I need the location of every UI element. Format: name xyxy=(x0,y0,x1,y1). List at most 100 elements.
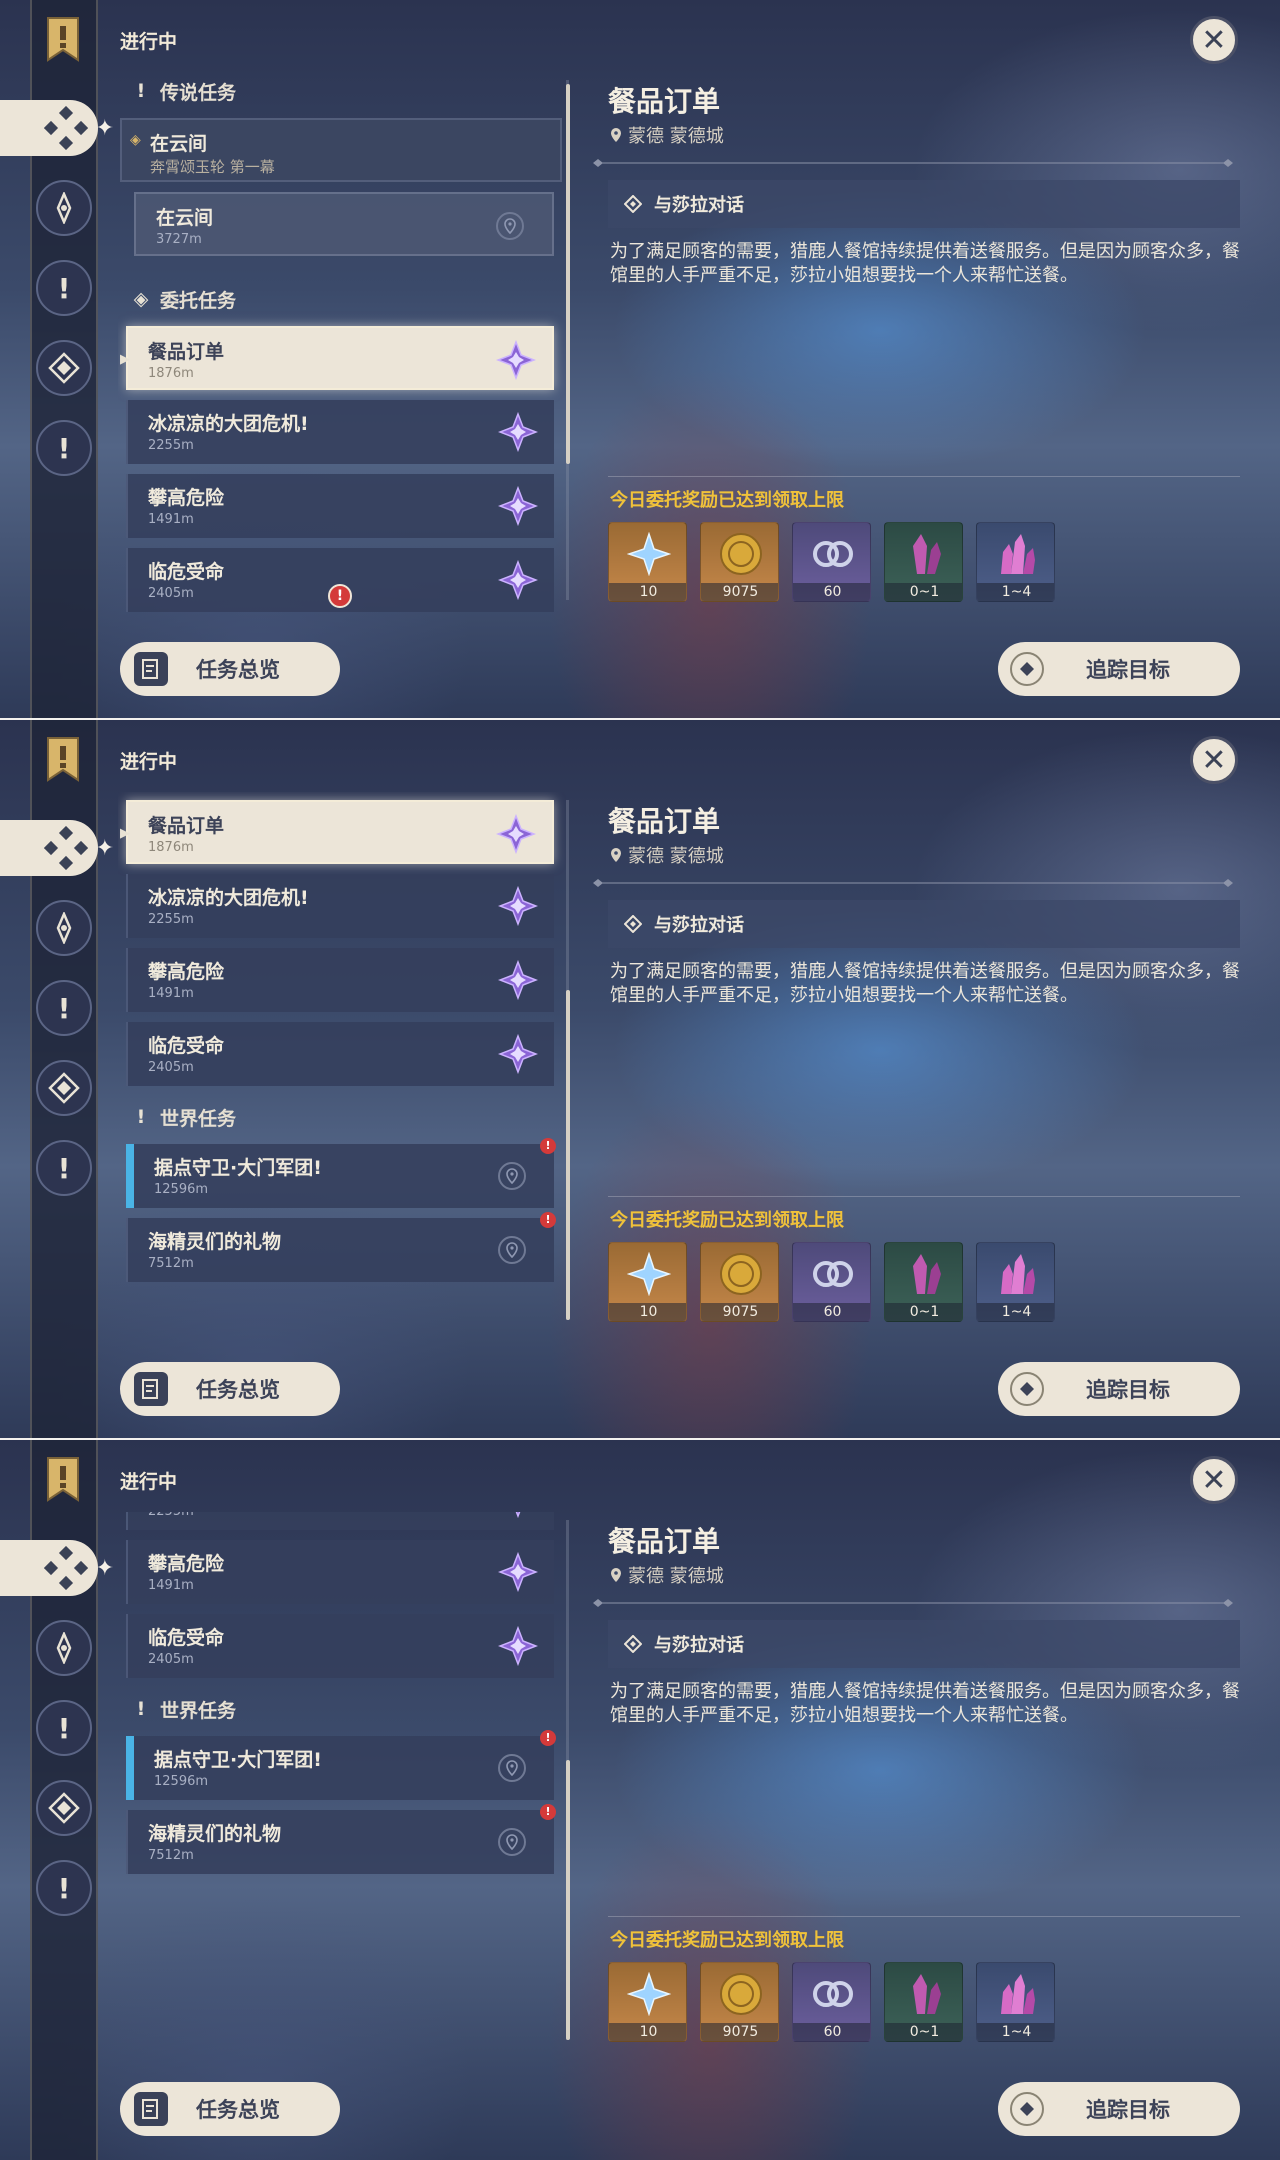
reward-list: 10 9075 60 0~1 1~4 xyxy=(608,522,1055,602)
quest-overview-button[interactable]: 任务总览 xyxy=(120,1362,340,1416)
quest-card-world[interactable]: 海精灵们的礼物 7512m ! xyxy=(126,1804,556,1874)
exclamation-icon: ! xyxy=(57,1871,71,1905)
reward-item[interactable]: 9075 xyxy=(700,1962,779,2042)
commission-gem-icon xyxy=(496,340,536,380)
tab-story-quests[interactable] xyxy=(36,1620,92,1676)
section-archon: ! 传说任务 xyxy=(132,76,236,106)
quest-card[interactable]: 攀高危险 1491m xyxy=(126,1540,554,1604)
detail-title: 餐品订单 xyxy=(608,85,721,118)
map-pin-icon[interactable] xyxy=(498,1828,526,1856)
reward-item[interactable]: 9075 xyxy=(700,1242,779,1322)
quest-card-world[interactable]: 据点守卫·大门军团! 12596m ! xyxy=(126,1730,556,1800)
reward-count: 1~4 xyxy=(977,583,1054,601)
objective-bar: 与莎拉对话 xyxy=(608,1620,1240,1668)
reward-item[interactable]: 1~4 xyxy=(976,1242,1055,1322)
map-pin-icon[interactable] xyxy=(498,1236,526,1264)
reward-count: 60 xyxy=(793,1303,870,1321)
quest-card[interactable]: 冰凉凉的大团危机! 2255m xyxy=(126,1512,554,1530)
track-target-button[interactable]: 追踪目标 xyxy=(998,1362,1240,1416)
track-target-button[interactable]: 追踪目标 xyxy=(998,642,1240,696)
location-pin-icon xyxy=(611,1568,621,1582)
quest-list[interactable]: 冰凉凉的大团危机! 2255m 攀高危险 1491m 临危受命 2405m ! 世… xyxy=(118,1512,568,2052)
status-heading: 进行中 xyxy=(120,1471,178,1493)
tab-commissions-active[interactable]: ✦ xyxy=(0,820,114,876)
track-target-button[interactable]: 追踪目标 xyxy=(998,2082,1240,2136)
quest-card[interactable]: 冰凉凉的大团危机! 2255m xyxy=(126,400,554,464)
reward-item[interactable]: 0~1 xyxy=(884,522,963,602)
quest-overview-button[interactable]: 任务总览 xyxy=(120,642,340,696)
tab-commissions-active[interactable]: ✦ xyxy=(0,100,114,156)
tab-event-quests[interactable]: ! xyxy=(36,420,92,476)
commission-gem-icon xyxy=(498,1552,538,1592)
reward-item[interactable]: 0~1 xyxy=(884,1962,963,2042)
tab-archon-quests[interactable]: ! xyxy=(36,980,92,1036)
tab-world-quests[interactable] xyxy=(36,1780,92,1836)
reward-item[interactable]: 60 xyxy=(792,522,871,602)
overview-label: 任务总览 xyxy=(196,2098,280,2122)
quest-list[interactable]: ! 传说任务 在云间 奔霄颂玉轮 第一幕 ◈ 在云间 3727m ◈ 委托任务 ▶ … xyxy=(118,72,568,612)
quest-card-selected[interactable]: ▶ 餐品订单 1876m xyxy=(120,326,554,390)
quest-list[interactable]: ▶ 餐品订单 1876m 冰凉凉的大团危机! 2255m 攀高危险 1491m … xyxy=(118,792,568,1332)
close-button[interactable]: ✕ xyxy=(1190,16,1238,64)
reward-item[interactable]: 10 xyxy=(608,522,687,602)
reward-item[interactable]: 10 xyxy=(608,1242,687,1322)
commission-gem-icon xyxy=(498,1626,538,1666)
reward-item[interactable]: 1~4 xyxy=(976,522,1055,602)
tab-world-quests[interactable] xyxy=(36,1060,92,1116)
quest-screen-3: ✦ ! ! 进行中 ✕ 冰凉凉的大团危机! 2255m 攀高危险 1491m 临… xyxy=(0,1440,1280,2160)
commission-icon xyxy=(44,826,88,870)
section-commission: ◈ 委托任务 xyxy=(132,284,236,314)
close-button[interactable]: ✕ xyxy=(1190,736,1238,784)
quest-card-selected[interactable]: ▶ 餐品订单 1876m xyxy=(120,800,554,864)
quest-card[interactable]: 攀高危险 1491m xyxy=(126,474,554,538)
quest-card-world[interactable]: 海精灵们的礼物 7512m ! xyxy=(126,1212,556,1282)
quest-card[interactable]: 攀高危险 1491m xyxy=(126,948,554,1012)
quest-card-world[interactable]: 据点守卫·大门军团! 12596m ! xyxy=(126,1138,556,1208)
tab-story-quests[interactable] xyxy=(36,900,92,956)
mora-icon xyxy=(701,1963,778,2025)
tab-story-quests[interactable] xyxy=(36,180,92,236)
reward-count: 10 xyxy=(609,1303,686,1321)
commission-gem-icon xyxy=(498,886,538,926)
status-heading: 进行中 xyxy=(120,31,178,53)
quest-screen-2: ✦ ! ! 进行中 ✕ ▶ 餐品订单 1876m 冰凉凉的大团危机! 2255m… xyxy=(0,720,1280,1440)
tab-commissions-active[interactable]: ✦ xyxy=(0,1540,114,1596)
quest-title: 餐品订单 xyxy=(148,341,225,363)
tab-archon-quests[interactable]: ! xyxy=(36,1700,92,1756)
story-quest-icon xyxy=(56,912,72,944)
primogem-icon xyxy=(609,523,686,585)
reward-item[interactable]: 0~1 xyxy=(884,1242,963,1322)
scrollbar-thumb[interactable] xyxy=(566,84,570,464)
quest-card[interactable]: 临危受命 2405m xyxy=(126,1022,554,1086)
reward-item[interactable]: 60 xyxy=(792,1242,871,1322)
quest-distance: 2255m xyxy=(148,1512,194,1519)
detail-description: 为了满足顾客的需要，猎鹿人餐馆持续提供着送餐服务。但是因为顾客众多，餐馆里的人手… xyxy=(610,961,1240,1006)
diamond-icon xyxy=(48,1072,80,1104)
quest-distance: 1876m xyxy=(148,840,194,855)
scrollbar-thumb[interactable] xyxy=(566,990,570,1320)
quest-overview-button[interactable]: 任务总览 xyxy=(120,2082,340,2136)
detail-description: 为了满足顾客的需要，猎鹿人餐馆持续提供着送餐服务。但是因为顾客众多，餐馆里的人手… xyxy=(610,241,1240,286)
quest-card-story[interactable]: 在云间 奔霄颂玉轮 第一幕 ◈ xyxy=(120,118,562,182)
close-icon: ✕ xyxy=(1201,22,1227,58)
section-label: 世界任务 xyxy=(160,1699,237,1722)
tab-world-quests[interactable] xyxy=(36,340,92,396)
tab-event-quests[interactable]: ! xyxy=(36,1140,92,1196)
reward-item[interactable]: 60 xyxy=(792,1962,871,2042)
quest-card-story-sub[interactable]: 在云间 3727m xyxy=(134,192,554,256)
tab-archon-quests[interactable]: ! xyxy=(36,260,92,316)
objective-diamond-icon xyxy=(624,1635,642,1653)
close-button[interactable]: ✕ xyxy=(1190,1456,1238,1504)
reward-item[interactable]: 9075 xyxy=(700,522,779,602)
quest-card[interactable]: 临危受命 2405m xyxy=(126,1614,554,1678)
map-pin-icon[interactable] xyxy=(498,1162,526,1190)
new-quest-alert-icon: ! xyxy=(328,584,352,608)
reward-item[interactable]: 1~4 xyxy=(976,1962,1055,2042)
map-pin-icon[interactable] xyxy=(498,1754,526,1782)
scrollbar-thumb[interactable] xyxy=(566,1760,570,2040)
map-pin-icon[interactable] xyxy=(496,212,524,240)
exclamation-icon: ! xyxy=(57,1711,71,1745)
tab-event-quests[interactable]: ! xyxy=(36,1860,92,1916)
quest-card[interactable]: 冰凉凉的大团危机! 2255m xyxy=(126,874,554,938)
reward-item[interactable]: 10 xyxy=(608,1962,687,2042)
